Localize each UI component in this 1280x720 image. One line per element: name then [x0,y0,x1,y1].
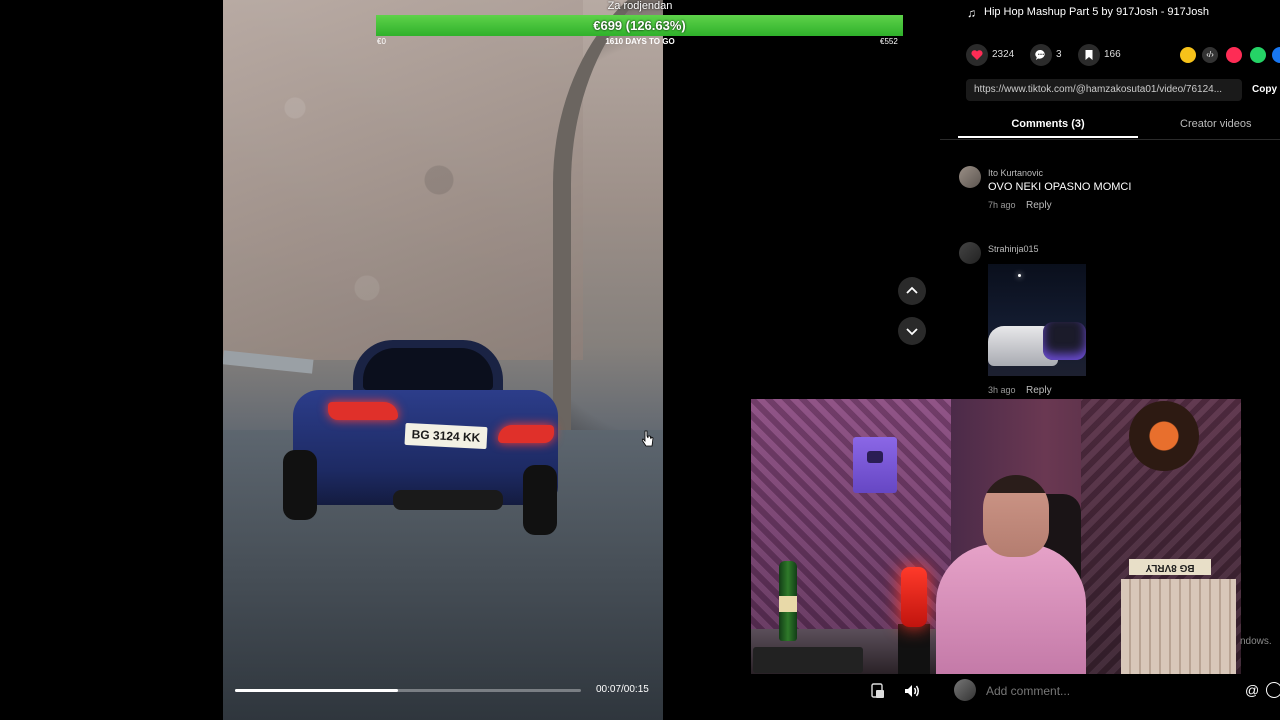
like-button[interactable] [966,44,988,66]
mouse-pointer-icon [642,430,654,447]
like-count: 2324 [992,49,1015,60]
save-count: 166 [1104,49,1121,60]
tab-creator-videos[interactable]: Creator videos [1180,118,1252,130]
chevron-down-icon [906,328,918,336]
car-taillight-right [498,425,554,443]
car: BG 3124 KK [283,340,563,535]
car-exhaust [393,490,503,510]
mention-at-icon[interactable]: @ [1245,682,1259,698]
goal-days-to-go: 1610 DAYS TO GO [605,37,675,46]
heart-icon [971,50,983,60]
video-url-field[interactable]: https://www.tiktok.com/@hamzakosuta01/vi… [966,79,1242,101]
music-note-icon: ♫ [967,6,976,20]
comment-button[interactable] [1030,44,1052,66]
wall-license-plate: BG 8VRLY [1129,559,1211,575]
comment-bubble-icon [1035,49,1045,60]
car-rear-window [363,348,493,390]
comment-username[interactable]: Strahinja015 [988,244,1039,254]
play-icon [867,451,883,463]
copy-link-button[interactable]: Copy [1252,84,1277,95]
whatsapp-icon[interactable] [1250,47,1266,63]
streamer-body [936,544,1086,674]
share-repost-icon[interactable] [1180,47,1196,63]
volume-icon[interactable] [902,682,922,700]
comment-count: 3 [1056,49,1062,60]
chevron-up-icon [906,286,918,294]
goal-progress-bar: €699 (126.63%) [376,15,903,36]
add-comment-input[interactable] [984,678,1244,704]
goal-title: Za rodjendan [607,0,673,12]
share-send-icon[interactable] [1226,47,1242,63]
rock-wall [223,0,583,360]
streamer-head [983,475,1049,557]
comment-timestamp: 3h ago [988,385,1016,395]
music-title[interactable]: Hip Hop Mashup Part 5 by 917Josh - 917Jo… [984,6,1209,18]
comment-timestamp: 7h ago [988,200,1016,210]
beer-bottle [779,561,797,641]
mammoth-logo-inner [1139,411,1189,461]
car-wheel-left [283,450,317,520]
facebook-icon[interactable] [1272,47,1280,63]
radiator [1121,579,1236,674]
car-wheel-right [523,465,557,535]
avatar[interactable] [959,166,981,188]
comment-image[interactable] [988,264,1086,376]
tab-divider [940,139,1280,140]
reply-button[interactable]: Reply [1026,200,1052,211]
keyboard [753,647,863,673]
video-player[interactable]: BG 3124 KK [223,0,663,720]
video-progress-bar[interactable] [235,689,581,692]
picture-in-picture-icon[interactable] [868,682,888,700]
microphone [901,567,927,627]
embed-code-icon[interactable]: ‹/› [1202,47,1218,63]
car-license-plate: BG 3124 KK [404,422,488,450]
video-progress-fill [235,689,398,692]
comment-text: OVO NEKI OPASNO MOMCI [988,181,1132,193]
current-user-avatar[interactable] [954,679,976,701]
video-time: 00:07/00:15 [596,684,649,695]
reply-button[interactable]: Reply [1026,385,1052,396]
save-button[interactable] [1078,44,1100,66]
mic-stand [898,624,930,674]
mammoth-logo [1129,401,1199,471]
play-button-plaque [853,437,897,493]
bottle-label [779,596,797,612]
webcam-overlay: BG 8VRLY [751,399,1241,674]
avatar[interactable] [959,242,981,264]
video-url-text: https://www.tiktok.com/@hamzakosuta01/vi… [974,84,1223,95]
goal-target-amount: €552 [880,37,898,46]
active-tab-indicator [958,136,1138,138]
emoji-icon[interactable] [1266,682,1280,698]
comment-username[interactable]: Ito Kurtanovic [988,168,1043,178]
car-taillight-left [328,402,398,420]
windows-activation-watermark: ndows. [1240,636,1272,647]
tab-comments[interactable]: Comments (3) [958,118,1138,130]
goal-amount: €699 (126.63%) [593,18,686,33]
next-video-button[interactable] [898,317,926,345]
bookmark-icon [1085,50,1093,60]
street-light [1018,274,1021,277]
previous-video-button[interactable] [898,277,926,305]
dark-car [1043,322,1086,360]
